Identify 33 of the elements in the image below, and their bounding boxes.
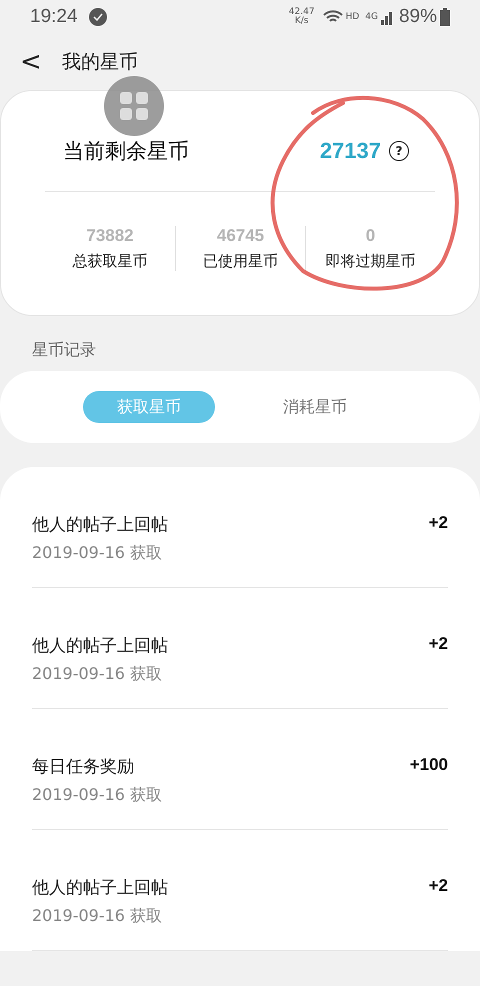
back-button[interactable]: < <box>20 47 42 77</box>
battery-percent: 89% <box>398 6 437 28</box>
notification-icon <box>88 7 108 27</box>
status-time: 19:24 <box>30 6 78 28</box>
record-amount: +2 <box>428 634 448 654</box>
battery-icon <box>440 8 450 26</box>
stat-value: 46745 <box>216 226 264 246</box>
stat-label: 已使用星币 <box>203 252 278 271</box>
network-speed: 42.47 K/s <box>288 8 315 26</box>
record-date: 2019-09-16 获取 <box>32 664 164 685</box>
stat-value: 0 <box>366 226 376 246</box>
network-label: 4G <box>365 12 378 22</box>
tab[interactable]: 消耗星币 <box>283 391 347 423</box>
record-title: 他人的帖子上回帖 <box>32 635 169 657</box>
help-icon[interactable]: ? <box>389 141 409 161</box>
record-title: 他人的帖子上回帖 <box>32 514 169 536</box>
stat-label: 总获取星币 <box>72 252 148 271</box>
hd-label: HD <box>346 12 360 22</box>
record-date: 2019-09-16 获取 <box>32 906 164 927</box>
record-date: 2019-09-16 获取 <box>32 785 164 806</box>
balance-value: 27137 <box>320 138 381 164</box>
record-title: 他人的帖子上回帖 <box>32 877 169 899</box>
record-amount: +2 <box>428 876 448 896</box>
balance-label: 当前剩余星币 <box>63 138 190 165</box>
record-title: 每日任务奖励 <box>32 756 135 778</box>
stat-label: 即将过期星币 <box>326 252 416 271</box>
stat-value: 73882 <box>86 226 134 246</box>
record-amount: +100 <box>410 755 448 775</box>
page-title: 我的星币 <box>62 50 138 75</box>
signal-icon <box>380 9 395 25</box>
record-date: 2019-09-16 获取 <box>32 543 164 564</box>
record-amount: +2 <box>428 513 448 533</box>
section-title: 星币记录 <box>31 339 97 361</box>
